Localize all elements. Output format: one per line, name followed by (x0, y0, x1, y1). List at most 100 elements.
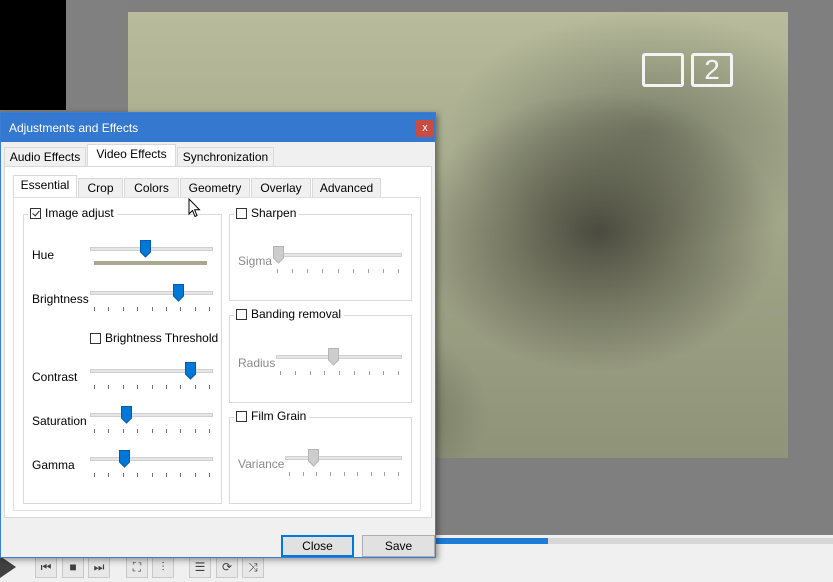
brightness-threshold-checkbox[interactable] (90, 332, 101, 344)
save-button[interactable]: Save (362, 535, 435, 557)
play-icon[interactable] (0, 556, 16, 578)
banding-removal-header[interactable]: Banding removal (234, 307, 345, 321)
tab-synchronization[interactable]: Synchronization (177, 147, 274, 167)
slider-tick (303, 472, 304, 476)
slider-thumb[interactable] (273, 246, 284, 264)
tab-advanced[interactable]: Advanced (312, 178, 381, 198)
film-grain-header[interactable]: Film Grain (234, 409, 310, 423)
slider-tick (310, 371, 311, 375)
slider-tick (383, 269, 384, 273)
tab-overlay[interactable]: Overlay (251, 178, 311, 198)
slider-tick (368, 269, 369, 273)
sigma-label: Sigma (238, 254, 273, 268)
slider-tick (369, 371, 370, 375)
slider-track[interactable] (90, 457, 213, 461)
slider-tick (280, 371, 281, 375)
slider-tick (316, 472, 317, 476)
adjustments-dialog: Adjustments and Effects x Audio Effects … (0, 112, 436, 558)
slider-thumb[interactable] (185, 362, 196, 380)
slider-tick (398, 269, 399, 273)
slider-tick (344, 472, 345, 476)
tab-audio-effects[interactable]: Audio Effects (4, 147, 86, 167)
slider-thumb[interactable] (140, 240, 151, 258)
slider-track[interactable] (90, 247, 213, 251)
slider-tick (180, 429, 181, 433)
close-icon[interactable]: x (416, 120, 434, 137)
slider-tick (330, 472, 331, 476)
slider-tick (123, 473, 124, 477)
film-grain-label: Film Grain (251, 409, 307, 423)
slider-tick (195, 473, 196, 477)
tab-geometry[interactable]: Geometry (180, 178, 250, 198)
slider-track[interactable] (273, 253, 402, 257)
slider-tick (108, 385, 109, 389)
tab-colors[interactable]: Colors (124, 178, 179, 198)
saturation-label: Saturation (32, 414, 87, 428)
channel-number: 2 (691, 53, 733, 87)
slider-thumb[interactable] (173, 284, 184, 302)
image-adjust-checkbox[interactable] (30, 207, 41, 219)
loop-icon[interactable]: ⟳ (216, 556, 238, 578)
mouse-cursor-icon (188, 197, 201, 221)
tab-video-effects[interactable]: Video Effects (87, 144, 176, 167)
sharpen-header[interactable]: Sharpen (234, 206, 300, 220)
stop-icon[interactable]: ■ (62, 556, 84, 578)
slider-tick (94, 473, 95, 477)
banding-removal-label: Banding removal (251, 307, 342, 321)
slider-thumb[interactable] (119, 450, 130, 468)
previous-icon[interactable]: ⏮ (35, 556, 57, 578)
slider-thumb[interactable] (308, 449, 319, 467)
slider-tick (152, 385, 153, 389)
film-grain-checkbox[interactable] (236, 410, 247, 422)
banding-removal-checkbox[interactable] (236, 308, 247, 320)
extended-settings-icon[interactable]: ⫶ (152, 556, 174, 578)
fullscreen-icon[interactable]: ⛶ (126, 556, 148, 578)
shuffle-icon[interactable]: ⤨ (242, 556, 264, 578)
slider-tick (292, 269, 293, 273)
tab-crop[interactable]: Crop (78, 178, 123, 198)
slider-tick (180, 307, 181, 311)
playlist-icon[interactable]: ☰ (189, 556, 211, 578)
slider-tick (137, 429, 138, 433)
slider-tick (180, 473, 181, 477)
hue-color-bar (94, 261, 207, 265)
slider-tick (289, 472, 290, 476)
slider-tick (307, 269, 308, 273)
slider-tick (339, 371, 340, 375)
slider-tick (123, 307, 124, 311)
slider-track[interactable] (285, 456, 402, 460)
sharpen-label: Sharpen (251, 206, 297, 220)
slider-tick (295, 371, 296, 375)
next-icon[interactable]: ⏭ (88, 556, 110, 578)
hue-label: Hue (32, 248, 55, 262)
slider-tick (338, 269, 339, 273)
slider-tick (152, 307, 153, 311)
slider-track[interactable] (90, 413, 213, 417)
slider-tick (94, 385, 95, 389)
slider-tick (137, 385, 138, 389)
dialog-titlebar[interactable]: Adjustments and Effects x (1, 113, 435, 142)
essential-panel: Image adjust Hue Brightness Brightness T… (13, 197, 421, 511)
tab-essential[interactable]: Essential (13, 175, 77, 198)
slider-tick (353, 269, 354, 273)
variance-label: Variance (238, 457, 285, 471)
brightness-threshold-toggle[interactable]: Brightness Threshold (88, 331, 221, 345)
brightness-label: Brightness (32, 292, 89, 306)
slider-thumb[interactable] (121, 406, 132, 424)
sharpen-checkbox[interactable] (236, 207, 247, 219)
slider-track[interactable] (90, 291, 213, 295)
slider-tick (384, 472, 385, 476)
slider-tick (108, 473, 109, 477)
image-adjust-header[interactable]: Image adjust (28, 206, 117, 220)
seek-bar-fill (436, 538, 548, 544)
slider-tick (166, 473, 167, 477)
slider-tick (137, 307, 138, 311)
slider-tick (209, 307, 210, 311)
channel-logo-icon (642, 53, 684, 87)
slider-track[interactable] (276, 355, 402, 359)
close-button[interactable]: Close (281, 535, 354, 557)
slider-thumb[interactable] (328, 348, 339, 366)
slider-tick (371, 472, 372, 476)
contrast-label: Contrast (32, 370, 78, 384)
slider-tick (94, 307, 95, 311)
